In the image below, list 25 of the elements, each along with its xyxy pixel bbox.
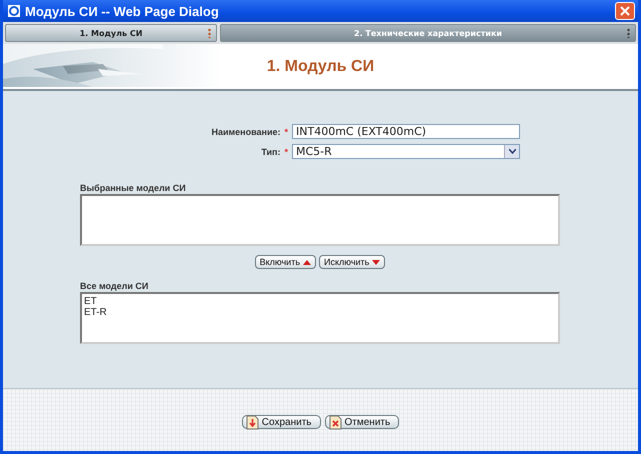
section-label: Выбранные модели СИ — [80, 183, 187, 193]
save-button[interactable]: Сохранить — [242, 415, 320, 429]
input-field[interactable]: INT400mC (EXT400mC) — [292, 124, 520, 139]
type-select[interactable]: MC5-R — [292, 144, 520, 159]
cancel-button[interactable]: Отменить — [324, 415, 400, 429]
close-button[interactable] — [615, 2, 635, 20]
all-models-list[interactable]: ET ET-R — [80, 292, 560, 344]
section-label: Все модели СИ — [80, 281, 150, 291]
document-cross-icon — [328, 414, 342, 430]
exclude-button[interactable]: Исключить — [319, 255, 386, 269]
document-arrow-icon — [246, 414, 259, 430]
page-heading: 1. Модуль СИ — [266, 58, 374, 76]
field-label: Наименование: * — [210, 126, 289, 136]
down-triangle-icon — [372, 260, 380, 264]
field-label: Тип: * — [260, 146, 289, 156]
close-icon — [620, 6, 630, 16]
list-item[interactable]: ET-R — [84, 307, 556, 318]
list-item[interactable]: ET — [84, 296, 556, 307]
window-title: Модуль СИ -- Web Page Dialog — [25, 4, 220, 18]
selected-models-list[interactable] — [80, 194, 560, 246]
browser-icon — [7, 4, 21, 18]
include-button[interactable]: Включить — [254, 255, 316, 269]
up-triangle-icon — [303, 260, 312, 264]
chevron-down-icon — [508, 149, 516, 154]
tab[interactable]: 1. Модуль СИ — [5, 24, 217, 42]
